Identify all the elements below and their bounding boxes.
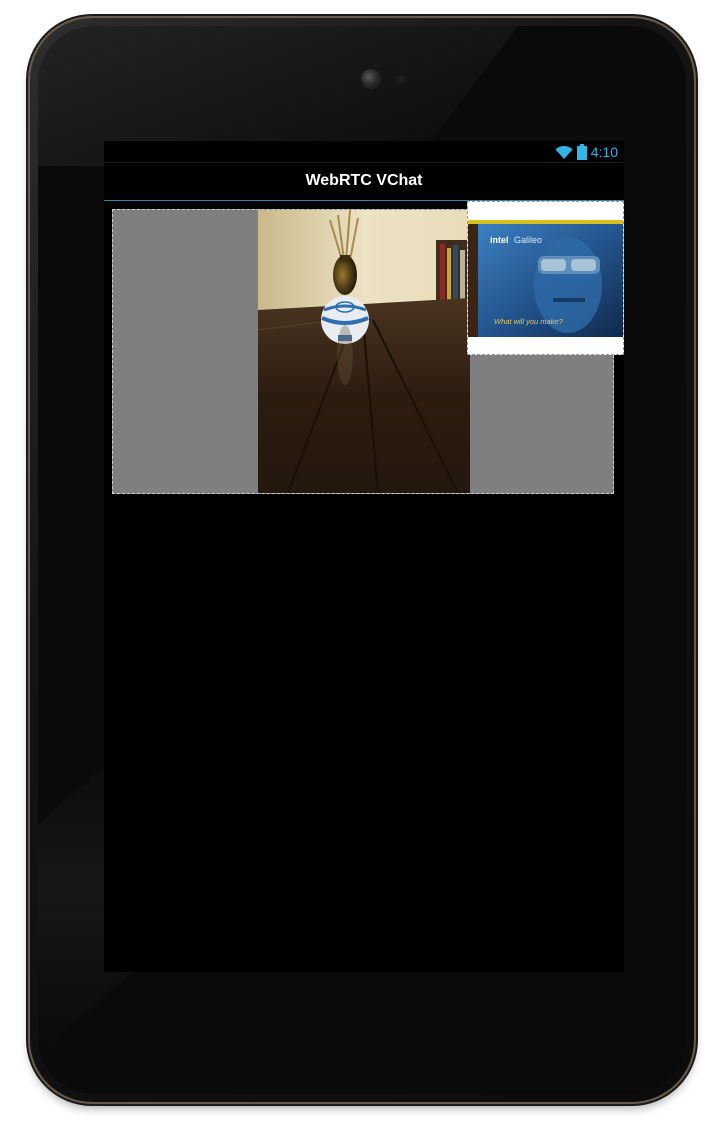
front-camera: [361, 69, 381, 89]
action-bar: WebRTC VChat: [104, 162, 624, 202]
status-bar: 4:10: [104, 141, 624, 162]
app-title: WebRTC VChat: [305, 172, 423, 189]
local-video[interactable]: intel Galileo What will you make?: [468, 220, 623, 337]
poster-product-text: Galileo: [514, 235, 542, 245]
status-time: 4:10: [590, 144, 618, 160]
remote-video[interactable]: [258, 210, 470, 493]
poster-tagline-text: What will you make?: [494, 317, 564, 326]
wifi-icon: [555, 145, 573, 160]
local-video-container: intel Galileo What will you make?: [467, 201, 624, 355]
video-chat-area: intel Galileo What will you make?: [104, 201, 624, 972]
battery-icon: [576, 144, 587, 160]
light-sensor: [396, 75, 405, 84]
poster-brand-text: intel: [490, 235, 509, 245]
status-icons: 4:10: [555, 142, 618, 162]
app-screen: 4:10 WebRTC VChat intel Galileo What wil…: [104, 141, 624, 972]
